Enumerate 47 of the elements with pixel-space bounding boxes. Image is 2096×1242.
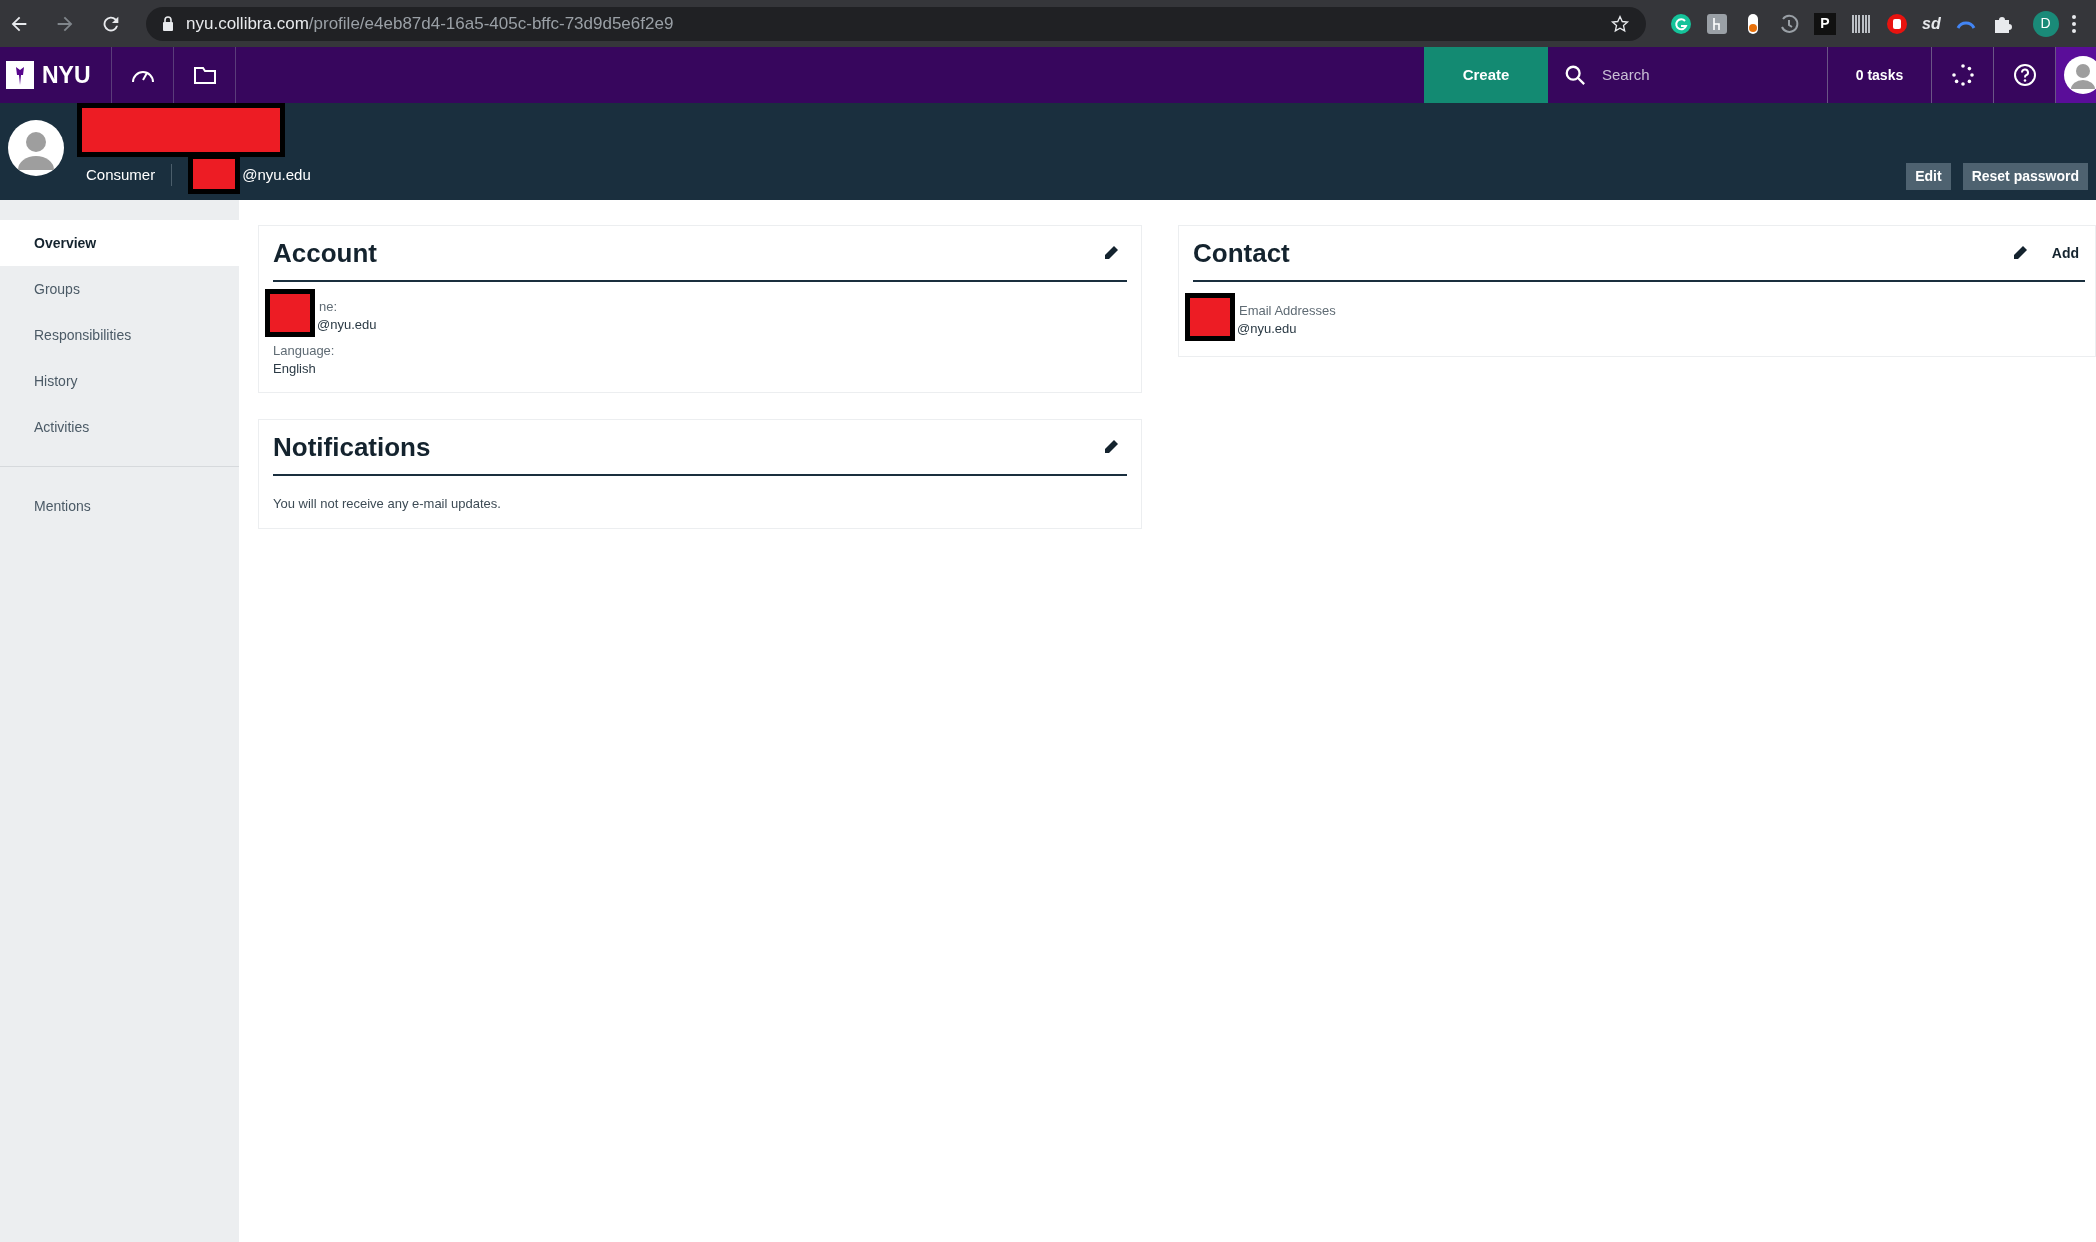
field-label: Email Addresses [1238,302,1337,320]
folder-icon [192,65,217,85]
logo-text: NYU [42,60,91,90]
extension-icon[interactable]: sd [1922,11,1941,36]
header-button[interactable]: Reset password [1962,163,2088,190]
sidebar-item[interactable]: Groups [0,266,239,312]
avatar-icon [8,119,64,176]
notification-message: You will not receive any e-mail updates. [273,495,502,513]
edit-icon[interactable] [1103,439,1119,455]
torch-logo-icon [6,61,34,89]
extension-icon[interactable]: P [1814,12,1836,35]
field-value: English [273,360,316,378]
sidebar-item[interactable]: History [0,358,239,404]
search-icon [1564,64,1586,86]
create-button[interactable]: Create [1424,47,1548,103]
user-menu-button[interactable] [2056,47,2096,103]
lock-icon [162,16,174,31]
edit-icon[interactable] [2011,245,2028,261]
menu-icon[interactable] [2070,13,2077,34]
card-title: Notifications [273,430,431,464]
star-icon[interactable] [1610,13,1630,34]
extension-icon[interactable] [1706,12,1728,35]
extension-icon[interactable] [1670,12,1692,35]
avatar-icon [2064,56,2096,94]
card-title: Account [273,236,377,270]
help-icon [2012,63,2037,87]
email-text: @nyu.edu [242,164,311,185]
field-value: @nyu.edu [1237,320,1297,338]
address-bar[interactable]: nyu.collibra.com/profile/e4eb87d4-16a5-405c-bffc-73d9d5e6f2e9 [146,6,1646,41]
search-field[interactable]: Search [1602,63,1782,87]
extension-icon[interactable] [1886,12,1908,35]
sidebar-item[interactable]: Mentions [0,483,239,529]
profile-avatar[interactable]: D [2032,10,2059,37]
sidebar-item[interactable]: Overview [0,220,239,266]
sidebar-item[interactable]: Responsibilities [0,312,239,358]
edit-icon[interactable] [1103,245,1119,261]
field-value: @nyu.edu [317,316,377,334]
url-text: nyu.collibra.com/profile/e4eb87d4-16a5-405c-bffc-73d9d5e6f2e9 [186,12,674,35]
extension-icon[interactable] [1850,12,1872,35]
field-label: ne: [318,298,339,316]
add-button[interactable]: Add [2051,242,2079,264]
sidebar-item[interactable]: Activities [0,404,239,450]
card-title: Contact [1193,236,1290,270]
header-button[interactable]: Edit [1906,163,1951,190]
loading-dots-icon [1951,64,1974,86]
field-label: Language: [273,342,336,360]
role-text: Consumer [86,163,173,186]
